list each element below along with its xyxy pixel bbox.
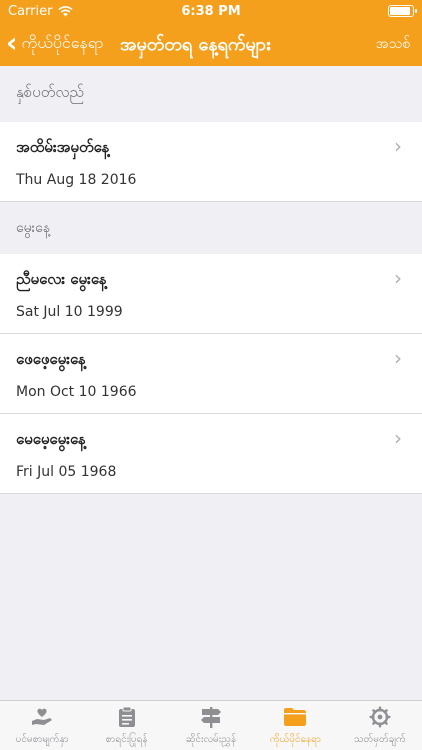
chevron-right-icon: › bbox=[394, 426, 402, 450]
list-item[interactable]: မေမေ့မွေးနေ့ Fri Jul 05 1968 › bbox=[0, 414, 422, 494]
item-date: Thu Aug 18 2016 bbox=[16, 172, 137, 188]
top-bar: Carrier 6:38 PM ‹ ကိုယ်ပိုင်နေရာ အမှတ်တရ… bbox=[0, 0, 422, 66]
item-date: Fri Jul 05 1968 bbox=[16, 464, 117, 480]
chevron-right-icon: › bbox=[394, 134, 402, 158]
list-item[interactable]: ညီမလေး မွေးနေ့ Sat Jul 10 1999 › bbox=[0, 254, 422, 334]
battery-icon bbox=[388, 5, 417, 17]
anniversary-list: နှစ်ပတ်လည် အထိမ်းအမှတ်နေ့ Thu Aug 18 201… bbox=[0, 66, 422, 494]
tab-settings[interactable]: သတ်မှတ်ချက် bbox=[338, 701, 422, 750]
section-header-anniversary: နှစ်ပတ်လည် bbox=[0, 66, 422, 122]
list-item[interactable]: ဖေဖေ့မွေးနေ့ Mon Oct 10 1966 › bbox=[0, 334, 422, 414]
new-button[interactable]: အသစ် bbox=[376, 34, 410, 55]
heart-hand-icon bbox=[29, 705, 55, 729]
tab-bar: ပင်မစာမျက်နှာ စာရင်းပြုရန် ဆိုင်းလမ်းညွှ… bbox=[0, 700, 422, 750]
item-title: အထိမ်းအမှတ်နေ့ bbox=[16, 138, 110, 156]
chevron-right-icon: › bbox=[394, 266, 402, 290]
item-title: ညီမလေး မွေးနေ့ bbox=[16, 270, 107, 288]
chevron-left-icon: ‹ bbox=[6, 26, 18, 59]
navigation-bar: ‹ ကိုယ်ပိုင်နေရာ အမှတ်တရ နေ့ရက်များ အသစ် bbox=[0, 22, 422, 66]
back-label: ကိုယ်ပိုင်နေရာ bbox=[21, 33, 104, 52]
list-item[interactable]: အထိမ်းအမှတ်နေ့ Thu Aug 18 2016 › bbox=[0, 122, 422, 202]
folder-icon bbox=[282, 705, 308, 729]
section-header-birthday: မွေးနေ့ bbox=[0, 202, 422, 254]
item-date: Mon Oct 10 1966 bbox=[16, 384, 137, 400]
signpost-icon bbox=[198, 705, 224, 729]
tab-todo[interactable]: စာရင်းပြုရန် bbox=[84, 701, 168, 750]
tab-personal-space[interactable]: ကိုယ်ပိုင်နေရာ bbox=[253, 701, 337, 750]
status-bar: Carrier 6:38 PM bbox=[0, 0, 422, 22]
status-time: 6:38 PM bbox=[181, 4, 241, 19]
chevron-right-icon: › bbox=[394, 346, 402, 370]
tab-directions[interactable]: ဆိုင်းလမ်းညွှန် bbox=[169, 701, 253, 750]
clipboard-icon bbox=[114, 705, 140, 729]
item-title: ဖေဖေ့မွေးနေ့ bbox=[16, 350, 86, 368]
item-date: Sat Jul 10 1999 bbox=[16, 304, 123, 320]
gear-icon bbox=[367, 705, 393, 729]
page-title: အမှတ်တရ နေ့ရက်များ bbox=[120, 34, 271, 55]
item-title: မေမေ့မွေးနေ့ bbox=[16, 430, 86, 448]
back-button[interactable]: ‹ ကိုယ်ပိုင်နေရာ bbox=[6, 26, 104, 59]
tab-home[interactable]: ပင်မစာမျက်နှာ bbox=[0, 701, 84, 750]
